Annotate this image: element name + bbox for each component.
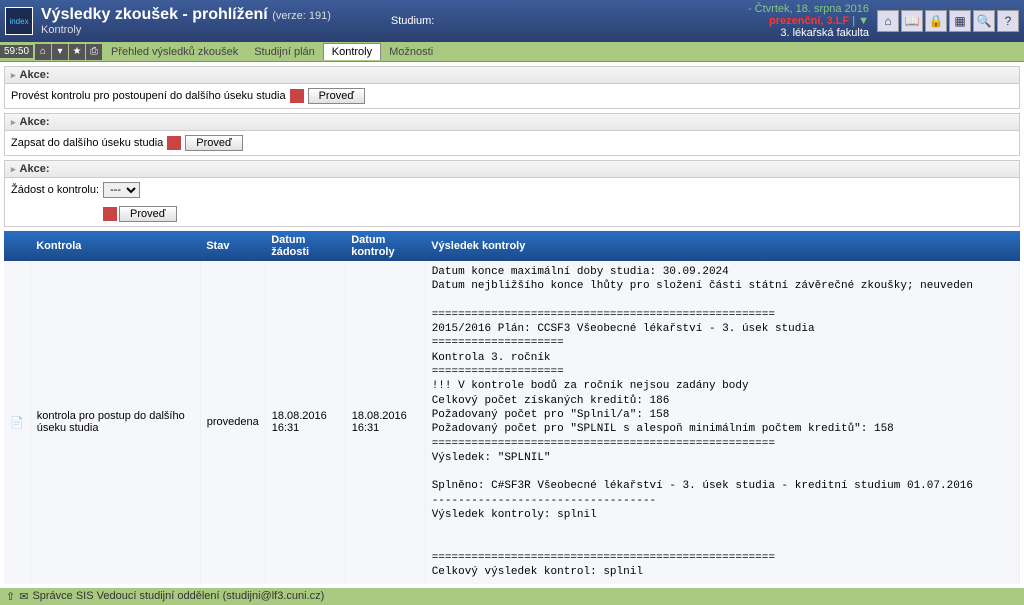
panel-header: Akce: (5, 114, 1019, 131)
execute-icon (290, 89, 304, 103)
print-mini-icon[interactable]: ⎙ (86, 44, 102, 60)
header-toolbar: ⌂ 📖 🔒 ▦ 🔍 ? (877, 10, 1019, 32)
tab-prehled[interactable]: Přehled výsledků zkoušek (103, 44, 246, 60)
page-subtitle: Kontroly (41, 24, 331, 36)
header-title-block: Výsledky zkoušek - prohlížení (verze: 19… (41, 6, 331, 36)
session-timer: 59:50 (0, 45, 33, 58)
cell-datum-kontroly: 18.08.2016 16:31 (345, 261, 425, 584)
mail-icon[interactable]: ✉ (19, 590, 28, 603)
action-panel-3: Akce: Žádost o kontrolu: --- Proveď (4, 160, 1020, 227)
execute-icon (167, 136, 181, 150)
action-text: Provést kontrolu pro postoupení do další… (11, 90, 286, 102)
faculty-name: 3. lékařská fakulta (748, 27, 869, 39)
col-datum-kontroly: Datum kontroly (345, 231, 425, 261)
cell-datum-zadosti: 18.08.2016 16:31 (265, 261, 345, 584)
action-panel-1: Akce: Provést kontrolu pro postoupení do… (4, 66, 1020, 109)
tab-kontroly[interactable]: Kontroly (323, 43, 381, 60)
action-text: Zapsat do dalšího úseku studia (11, 137, 163, 149)
tab-studijni-plan[interactable]: Studijní plán (246, 44, 323, 60)
home-icon[interactable]: ⌂ (877, 10, 899, 32)
col-stav: Stav (200, 231, 265, 261)
panel-header: Akce: (5, 67, 1019, 84)
execute-icon (103, 207, 117, 221)
col-vysledek: Výsledek kontroly (425, 231, 1019, 261)
action-panel-2: Akce: Zapsat do dalšího úseku studia Pro… (4, 113, 1020, 156)
help-icon[interactable]: ? (997, 10, 1019, 32)
search-icon[interactable]: 🔍 (973, 10, 995, 32)
col-kontrola: Kontrola (30, 231, 200, 261)
results-table: Kontrola Stav Datum žádosti Datum kontro… (4, 231, 1020, 584)
app-logo: index (5, 7, 33, 35)
down-mini-icon[interactable]: ▾ (52, 44, 68, 60)
col-datum-zadosti: Datum žádosti (265, 231, 345, 261)
lock-icon[interactable]: 🔒 (925, 10, 947, 32)
row-icon-cell: 📄 (4, 261, 30, 584)
home-mini-icon[interactable]: ⌂ (35, 44, 51, 60)
proved-button-2[interactable]: Proveď (185, 135, 243, 151)
flag-icon[interactable]: ▦ (949, 10, 971, 32)
cell-stav: provedena (200, 261, 265, 584)
footer-text: Správce SIS Vedoucí studijní oddělení (s… (32, 590, 324, 602)
panel-header: Akce: (5, 161, 1019, 178)
dropdown-icon[interactable]: | ▼ (852, 15, 869, 27)
star-mini-icon[interactable]: ★ (69, 44, 85, 60)
proved-button-1[interactable]: Proveď (308, 88, 366, 104)
cell-vysledek: Datum konce maximální doby studia: 30.09… (425, 261, 1019, 584)
app-header: index Výsledky zkoušek - prohlížení (ver… (0, 0, 1024, 42)
up-arrow-icon[interactable]: ⇧ (6, 590, 15, 603)
proved-button-3[interactable]: Proveď (119, 206, 177, 222)
content-area: Akce: Provést kontrolu pro postoupení do… (0, 62, 1024, 588)
tab-moznosti[interactable]: Možnosti (381, 44, 441, 60)
version-label: (verze: 191) (272, 10, 331, 22)
studium-label: Studium: (391, 15, 434, 27)
request-select[interactable]: --- (103, 182, 140, 198)
header-context: - Čtvrtek, 18. srpna 2016 prezenční, 3.L… (748, 3, 869, 39)
study-context: prezenční, 3.LF (769, 15, 849, 27)
current-date: - Čtvrtek, 18. srpna 2016 (748, 3, 869, 15)
cell-kontrola: kontrola pro postup do dalšího úseku stu… (30, 261, 200, 584)
book-icon[interactable]: 📖 (901, 10, 923, 32)
table-row: 📄 kontrola pro postup do dalšího úseku s… (4, 261, 1020, 584)
request-label: Žádost o kontrolu: (11, 184, 99, 196)
col-blank (4, 231, 30, 261)
page-title: Výsledky zkoušek - prohlížení (41, 6, 268, 23)
menubar: 59:50 ⌂ ▾ ★ ⎙ Přehled výsledků zkoušek S… (0, 42, 1024, 62)
footer: ⇧ ✉ Správce SIS Vedoucí studijní oddělen… (0, 588, 1024, 605)
